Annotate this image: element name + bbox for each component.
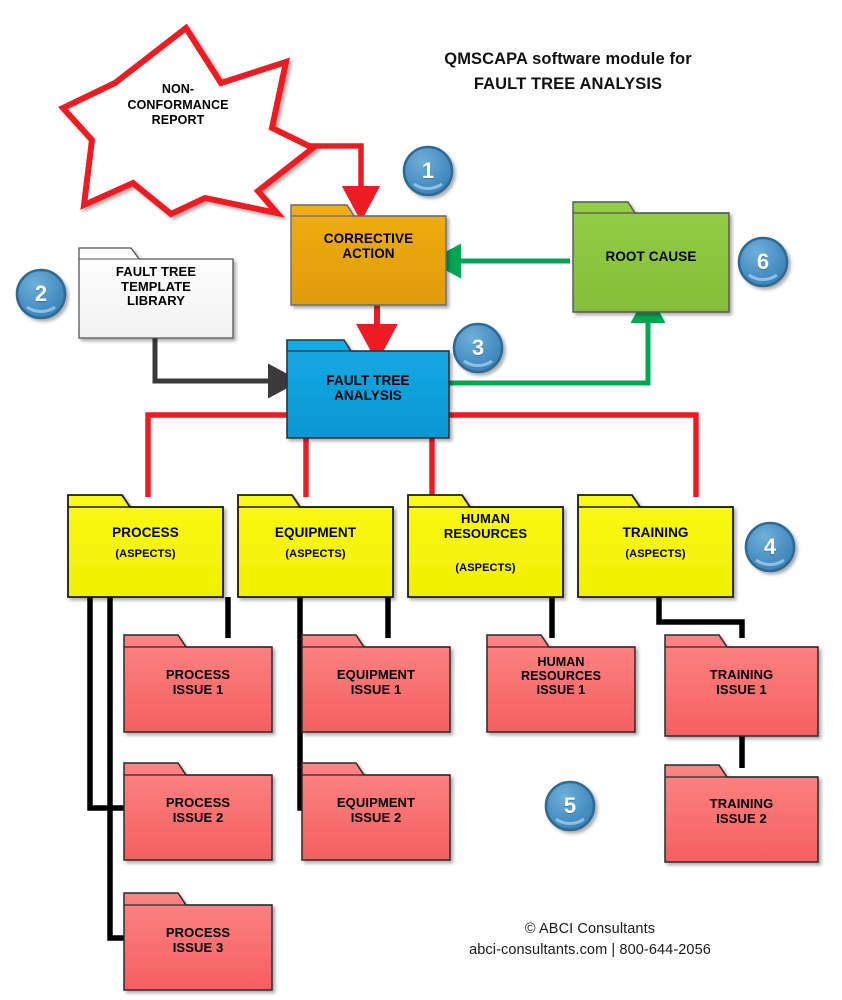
- badge-5[interactable]: [544, 780, 596, 832]
- badge-4[interactable]: [744, 521, 796, 573]
- node-fault-tree-template-library[interactable]: [78, 247, 234, 339]
- node-training-issue-1[interactable]: [664, 634, 819, 737]
- shape-layer: [15, 23, 819, 991]
- diagram-canvas: QMSCAPA software module for FAULT TREE A…: [0, 0, 842, 1000]
- badge-6[interactable]: [737, 236, 789, 288]
- node-equipment-issue-1[interactable]: [301, 634, 451, 733]
- node-process-issue-2[interactable]: [123, 762, 273, 861]
- node-equipment-aspects[interactable]: [237, 494, 394, 598]
- badge-3[interactable]: [452, 322, 504, 374]
- node-corrective-action[interactable]: [290, 204, 447, 306]
- badge-1[interactable]: [402, 145, 454, 197]
- node-training-issue-2[interactable]: [664, 764, 819, 863]
- node-training-aspects[interactable]: [577, 494, 734, 598]
- node-human-resources-aspects[interactable]: [407, 494, 564, 598]
- node-fault-tree-analysis[interactable]: [286, 339, 450, 439]
- node-equipment-issue-2[interactable]: [301, 762, 451, 861]
- node-root-cause[interactable]: [572, 201, 730, 313]
- node-nonconformance-report[interactable]: [58, 23, 319, 218]
- node-process-aspects[interactable]: [67, 494, 224, 598]
- node-process-issue-1[interactable]: [123, 634, 273, 733]
- node-human-resources-issue-1[interactable]: [486, 634, 636, 733]
- node-process-issue-3[interactable]: [123, 892, 273, 991]
- badge-2[interactable]: [15, 268, 67, 320]
